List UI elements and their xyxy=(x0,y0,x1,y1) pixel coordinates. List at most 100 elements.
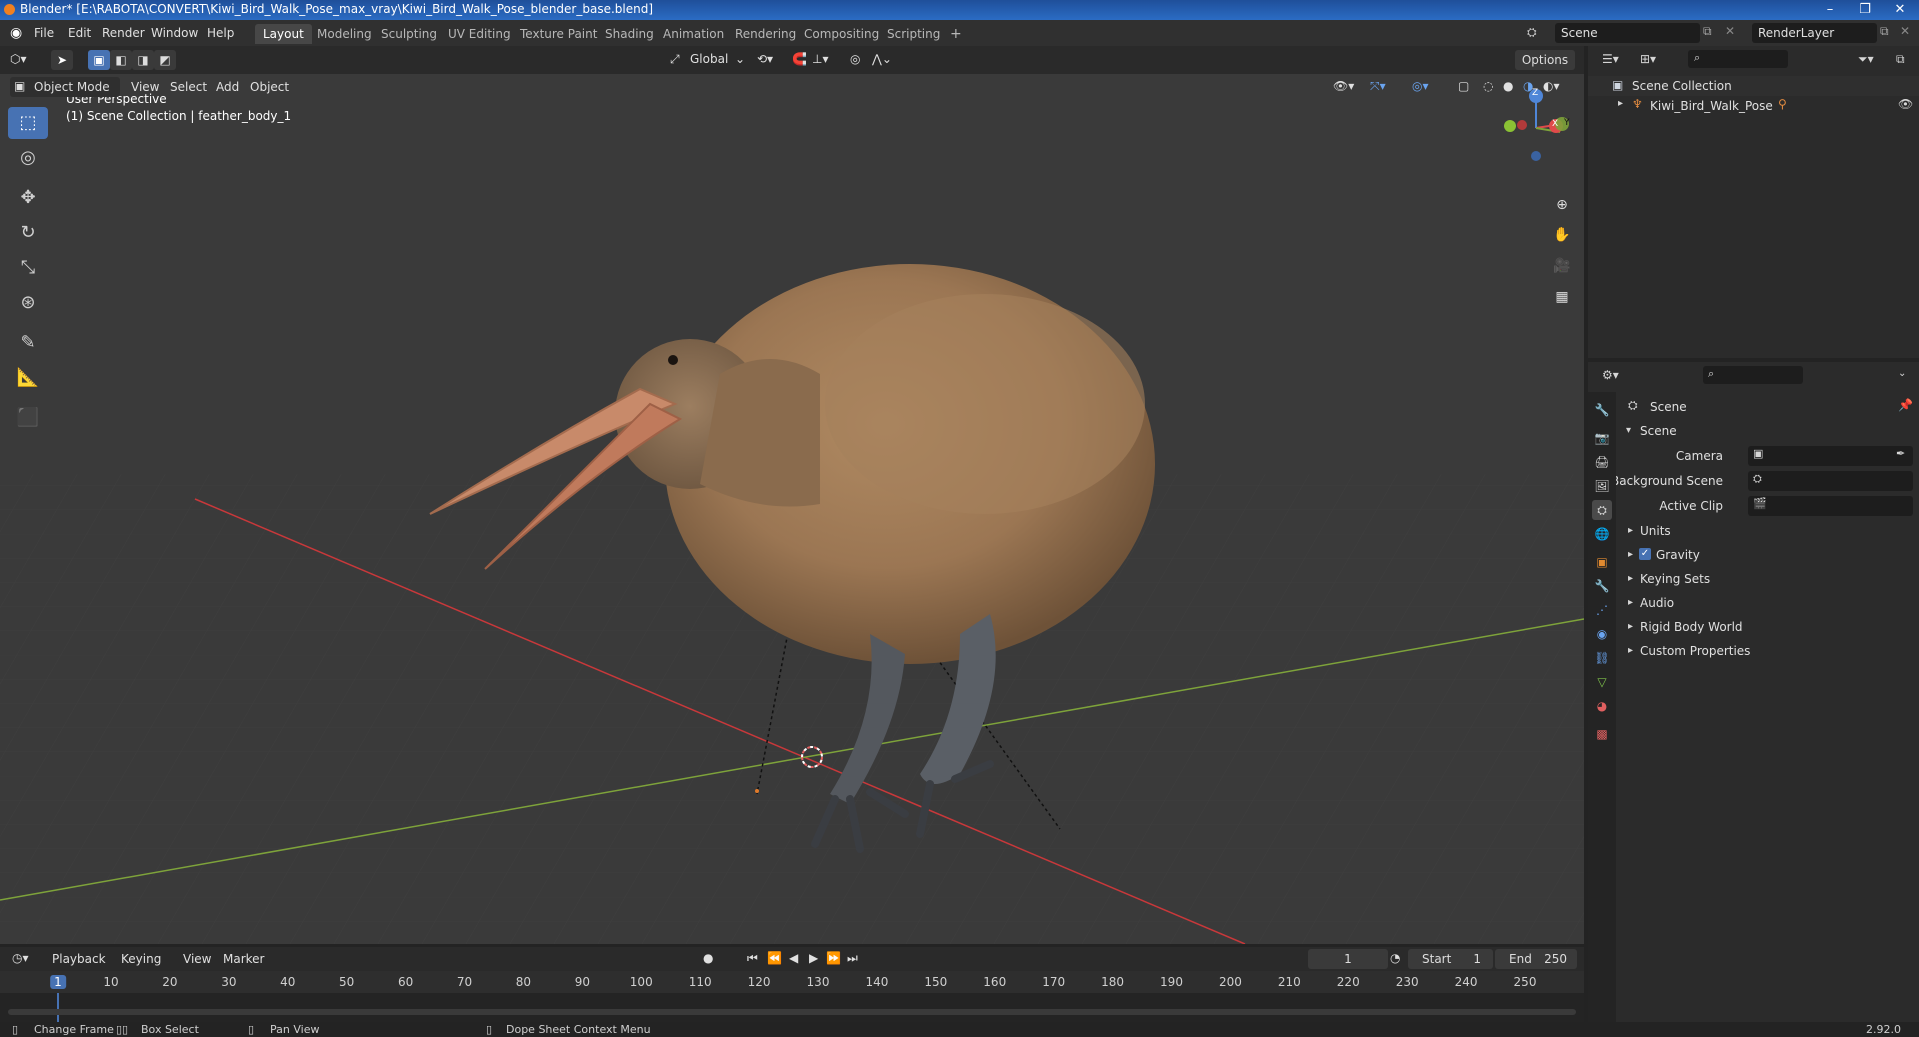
start-frame-field[interactable]: Start 1 xyxy=(1408,949,1493,969)
tab-modeling[interactable]: Modeling xyxy=(309,24,380,44)
jump-start-icon[interactable]: ⏮ xyxy=(747,951,758,966)
next-keyframe-icon[interactable]: ⏩ xyxy=(826,951,841,965)
add-workspace-button[interactable]: + xyxy=(942,24,970,44)
falloff-icon[interactable]: ⋀⌄ xyxy=(872,52,892,66)
expand-arrow-icon[interactable]: ▸ xyxy=(1628,573,1633,584)
object-tab-icon[interactable]: ▣ xyxy=(1592,552,1612,572)
menu-render[interactable]: Render xyxy=(102,26,145,40)
expand-arrow-icon[interactable]: ▸ xyxy=(1628,549,1633,560)
pivot-point-icon[interactable]: ⟲▾ xyxy=(757,52,773,66)
new-scene-icon[interactable]: ⧉ xyxy=(1703,24,1712,39)
tab-rendering[interactable]: Rendering xyxy=(727,24,804,44)
options-dropdown[interactable]: Options xyxy=(1515,50,1575,70)
filter-icon[interactable]: ⏷▾ xyxy=(1858,52,1874,67)
outliner-scene-collection[interactable]: Scene Collection xyxy=(1632,79,1732,93)
new-collection-icon[interactable]: ⧉ xyxy=(1896,52,1905,67)
scene-panel-title[interactable]: Scene xyxy=(1640,424,1677,438)
current-frame-field[interactable]: 1 xyxy=(1308,949,1388,969)
menu-file[interactable]: File xyxy=(34,26,54,40)
scale-icon[interactable]: ⤡ xyxy=(8,252,48,284)
keying-sets-panel[interactable]: Keying Sets xyxy=(1640,572,1710,586)
timeline-editor-icon[interactable]: ◷▾ xyxy=(12,951,29,965)
rendered-shading-icon[interactable]: ◐▾ xyxy=(1543,79,1560,93)
menu-timeline-view[interactable]: View xyxy=(183,952,211,966)
xray-icon[interactable]: ▢ xyxy=(1458,79,1469,93)
outliner-editor-icon[interactable]: ☰▾ xyxy=(1602,52,1619,66)
panel-collapse-icon[interactable]: ▾ xyxy=(1626,425,1631,436)
output-tab-icon[interactable]: 🖨 xyxy=(1592,452,1612,472)
menu-add[interactable]: Add xyxy=(216,80,239,94)
gravity-panel[interactable]: Gravity xyxy=(1656,548,1700,562)
menu-help[interactable]: Help xyxy=(207,26,234,40)
tab-animation[interactable]: Animation xyxy=(655,24,732,44)
gravity-checkbox[interactable]: ✓ xyxy=(1639,548,1651,560)
playhead[interactable] xyxy=(57,993,59,1022)
mode-selector[interactable]: Object Mode xyxy=(10,77,120,97)
select-box-icon[interactable]: ⬚ xyxy=(8,107,48,139)
chevron-down-icon[interactable]: ⌄ xyxy=(1898,368,1906,379)
menu-object[interactable]: Object xyxy=(250,80,289,94)
camera-view-icon[interactable]: 🎥 xyxy=(1549,253,1575,279)
delete-scene-icon[interactable]: ✕ xyxy=(1725,24,1735,38)
pan-hand-icon[interactable]: ✋ xyxy=(1549,222,1575,248)
tab-compositing[interactable]: Compositing xyxy=(796,24,887,44)
expand-arrow-icon[interactable]: ▸ xyxy=(1618,98,1623,109)
world-tab-icon[interactable]: 🌐 xyxy=(1592,524,1612,544)
move-icon[interactable]: ✥ xyxy=(8,182,48,214)
tab-sculpting[interactable]: Sculpting xyxy=(373,24,445,44)
solid-shading-icon[interactable]: ● xyxy=(1503,79,1513,93)
snap-icon[interactable]: 🧲 xyxy=(792,52,807,66)
select-mode-subtract-icon[interactable]: ◨ xyxy=(132,50,154,70)
3d-viewport[interactable]: User Perspective (1) Scene Collection | … xyxy=(0,74,1584,944)
tool-tab-icon[interactable]: 🔧 xyxy=(1592,400,1612,420)
tab-texture-paint[interactable]: Texture Paint xyxy=(512,24,605,44)
delete-view-layer-icon[interactable]: ✕ xyxy=(1900,24,1910,38)
eyedropper-icon[interactable]: ✒ xyxy=(1896,447,1905,460)
active-clip-field[interactable] xyxy=(1748,496,1913,516)
select-mode-intersect-icon[interactable]: ◩ xyxy=(154,50,176,70)
scene-selector[interactable]: Scene xyxy=(1555,23,1700,43)
snap-target-icon[interactable]: ⊥▾ xyxy=(812,52,828,66)
record-icon[interactable]: ● xyxy=(703,951,713,965)
rotate-icon[interactable]: ↻ xyxy=(8,217,48,249)
zoom-icon[interactable]: ⊕ xyxy=(1549,192,1575,218)
audio-panel[interactable]: Audio xyxy=(1640,596,1674,610)
custom-properties-panel[interactable]: Custom Properties xyxy=(1640,644,1750,658)
tab-shading[interactable]: Shading xyxy=(597,24,662,44)
physics-tab-icon[interactable]: ◉ xyxy=(1592,624,1612,644)
cursor-icon[interactable]: ◎ xyxy=(8,142,48,174)
play-icon[interactable]: ▶ xyxy=(809,951,818,965)
menu-select[interactable]: Select xyxy=(170,80,207,94)
data-tab-icon[interactable]: ▽ xyxy=(1592,672,1612,692)
display-mode-icon[interactable]: ⊞▾ xyxy=(1640,52,1656,66)
properties-search-input[interactable] xyxy=(1703,366,1803,384)
menu-playback[interactable]: Playback xyxy=(52,952,106,966)
tab-uv-editing[interactable]: UV Editing xyxy=(440,24,519,44)
constraints-tab-icon[interactable]: ⛓ xyxy=(1592,648,1612,668)
gizmo-toggle-icon[interactable]: ⤧▾ xyxy=(1370,79,1386,94)
expand-arrow-icon[interactable]: ▸ xyxy=(1628,645,1633,656)
properties-editor-icon[interactable]: ⚙▾ xyxy=(1602,368,1619,382)
scene-tab-icon[interactable]: ⛭ xyxy=(1592,500,1612,520)
timeline-scrollbar[interactable] xyxy=(8,1009,1576,1015)
annotate-icon[interactable]: ✎ xyxy=(8,327,48,359)
prev-keyframe-icon[interactable]: ⏪ xyxy=(767,951,782,965)
transform-icon[interactable]: ⊛ xyxy=(8,287,48,319)
expand-arrow-icon[interactable]: ▸ xyxy=(1628,525,1633,536)
background-scene-field[interactable] xyxy=(1748,471,1913,491)
render-tab-icon[interactable]: 📷 xyxy=(1592,428,1612,448)
transform-orientation-dropdown[interactable]: Global xyxy=(690,52,728,66)
expand-arrow-icon[interactable]: ▸ xyxy=(1628,621,1633,632)
particles-tab-icon[interactable]: ⋰ xyxy=(1592,600,1612,620)
camera-field[interactable] xyxy=(1748,446,1913,466)
rigid-body-world-panel[interactable]: Rigid Body World xyxy=(1640,620,1743,634)
timeline[interactable]: 1 10 20 30 40 50 60 70 80 90 100 110 120 130 140 150 160… xyxy=(0,971,1584,1022)
pin-icon[interactable]: 📌 xyxy=(1898,398,1913,412)
menu-keying[interactable]: Keying xyxy=(121,952,161,966)
visibility-icon[interactable]: 👁▾ xyxy=(1333,79,1354,93)
blender-menu-icon[interactable]: ◉ xyxy=(10,25,26,41)
editor-type-icon[interactable]: ⬡▾ xyxy=(10,52,27,66)
texture-tab-icon[interactable]: ▩ xyxy=(1592,724,1612,744)
menu-view[interactable]: View xyxy=(131,80,159,94)
jump-end-icon[interactable]: ⏭ xyxy=(847,951,858,966)
